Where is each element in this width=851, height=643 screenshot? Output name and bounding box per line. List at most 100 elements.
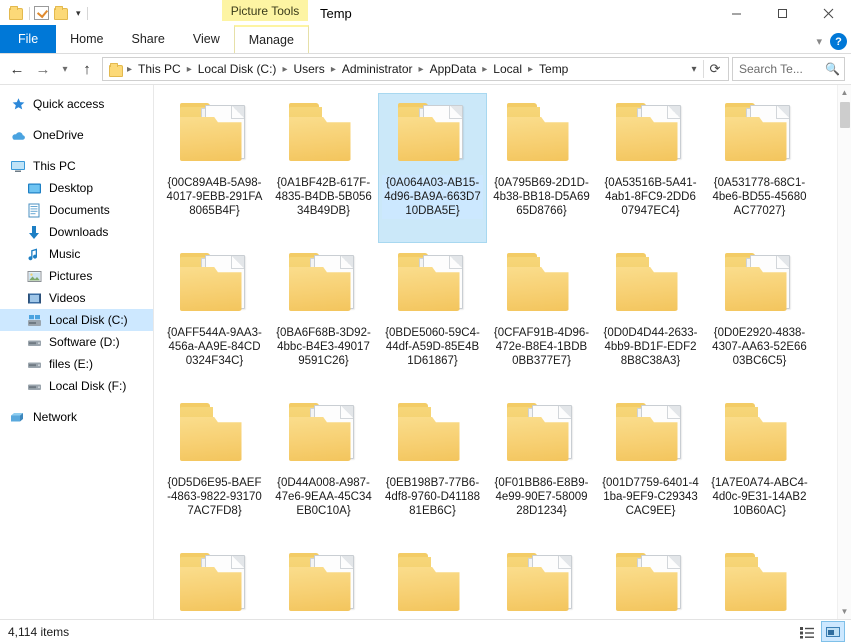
- sidebar-label: Local Disk (C:): [49, 313, 128, 327]
- breadcrumb-separator: ▸: [482, 63, 488, 75]
- file-item[interactable]: {0D5D6E95-BAEF-4863-9822-931707AC7FD8}: [160, 393, 269, 543]
- chevron-down-icon[interactable]: ▾: [816, 35, 822, 48]
- sidebar-item-local-disk-c[interactable]: Local Disk (C:): [0, 309, 153, 331]
- sidebar-item-videos[interactable]: Videos: [0, 287, 153, 309]
- file-item[interactable]: {0A795B69-2D1D-4b38-BB18-D5A6965D8766}: [487, 93, 596, 243]
- sidebar-item-desktop[interactable]: Desktop: [0, 177, 153, 199]
- tab-manage[interactable]: Manage: [233, 25, 309, 53]
- file-item[interactable]: {0A531778-68C1-4be6-BD55-45680AC77027}: [705, 93, 814, 243]
- file-item[interactable]: [269, 543, 378, 619]
- search-icon[interactable]: 🔍: [825, 62, 840, 76]
- sidebar-item-documents[interactable]: Documents: [0, 199, 153, 221]
- scroll-up-button[interactable]: ▲: [838, 85, 851, 100]
- sidebar-item-downloads[interactable]: Downloads: [0, 221, 153, 243]
- tab-view[interactable]: View: [179, 25, 234, 53]
- sidebar-item-network[interactable]: Network: [0, 406, 153, 428]
- sidebar-label: Quick access: [33, 97, 105, 111]
- file-list-pane[interactable]: {00C89A4B-5A98-4017-9EBB-291FA8065B4F} {0…: [154, 85, 851, 619]
- file-item[interactable]: [487, 543, 596, 619]
- folder-icon: [608, 547, 694, 619]
- file-item-label: {1A7E0A74-ABC4-4d0c-9E31-14AB210B60AC}: [711, 477, 808, 517]
- file-item[interactable]: {001D7759-6401-41ba-9EF9-C29343CAC9EE}: [596, 393, 705, 543]
- details-view-button[interactable]: [795, 621, 819, 642]
- back-button[interactable]: ←: [4, 56, 30, 82]
- breadcrumb-separator: ▸: [418, 63, 424, 75]
- file-item[interactable]: {0BDE5060-59C4-44df-A59D-85E4B1D61867}: [378, 243, 487, 393]
- sidebar-item-this-pc[interactable]: This PC: [0, 155, 153, 177]
- up-button[interactable]: ↑: [74, 56, 100, 82]
- network-icon: [10, 409, 26, 425]
- tab-home[interactable]: Home: [56, 25, 117, 53]
- status-bar: 4,114 items: [0, 619, 851, 643]
- file-item[interactable]: [596, 543, 705, 619]
- minimize-button[interactable]: [713, 0, 759, 26]
- file-item[interactable]: {0D0D4D44-2633-4bb9-BD1F-EDF28B8C38A3}: [596, 243, 705, 393]
- file-item[interactable]: {00C89A4B-5A98-4017-9EBB-291FA8065B4F}: [160, 93, 269, 243]
- file-item-label: {0D0E2920-4838-4307-AA63-52E6603BC6C5}: [712, 327, 807, 367]
- file-item[interactable]: {0A1BF42B-617F-4835-B4DB-5B05634B49DB}: [269, 93, 378, 243]
- toolbar-divider-2: [86, 6, 88, 20]
- customize-caret-icon[interactable]: ▾: [74, 8, 83, 18]
- breadcrumb-item-appdata[interactable]: AppData: [425, 59, 482, 79]
- file-item[interactable]: {0AFF544A-9AA3-456a-AA9E-84CD0324F34C}: [160, 243, 269, 393]
- scroll-down-button[interactable]: ▼: [838, 604, 851, 619]
- file-item[interactable]: {1A7E0A74-ABC4-4d0c-9E31-14AB210B60AC}: [705, 393, 814, 543]
- file-explorer-window: ▾ Picture Tools Temp File Home Share Vie…: [0, 0, 851, 643]
- scrollbar-track[interactable]: [838, 100, 851, 604]
- sidebar-item-music[interactable]: Music: [0, 243, 153, 265]
- sidebar-item-files-e[interactable]: files (E:): [0, 353, 153, 375]
- view-toggle-group: [795, 621, 849, 642]
- sidebar-label: Videos: [49, 291, 86, 305]
- close-button[interactable]: [805, 0, 851, 26]
- sidebar-item-local-disk-f[interactable]: Local Disk (F:): [0, 375, 153, 397]
- tab-share[interactable]: Share: [118, 25, 179, 53]
- file-item-label: {0BA6F68B-3D92-4bbc-B4E3-490179591C26}: [276, 327, 371, 367]
- sidebar-item-pictures[interactable]: Pictures: [0, 265, 153, 287]
- breadcrumb-separator: ▸: [527, 63, 534, 75]
- file-item[interactable]: {0A53516B-5A41-4ab1-8FC9-2DD607947EC4}: [596, 93, 705, 243]
- breadcrumb-item-this-pc[interactable]: This PC: [133, 59, 186, 79]
- tab-file[interactable]: File: [0, 25, 57, 53]
- vertical-scrollbar[interactable]: ▲ ▼: [837, 85, 851, 619]
- file-item[interactable]: {0D0E2920-4838-4307-AA63-52E6603BC6C5}: [705, 243, 814, 393]
- folder-icon: [281, 247, 367, 321]
- maximize-button[interactable]: [759, 0, 805, 26]
- sidebar-label: This PC: [33, 159, 76, 173]
- file-item[interactable]: [378, 543, 487, 619]
- breadcrumb-item-local-disk-c[interactable]: Local Disk (C:): [193, 59, 282, 79]
- recent-locations-button[interactable]: ▾: [56, 56, 74, 82]
- file-item-label: {0A531778-68C1-4be6-BD55-45680AC77027}: [712, 177, 807, 217]
- search-input[interactable]: Search Te... 🔍: [732, 57, 845, 81]
- file-item[interactable]: {0A064A03-AB15-4d96-BA9A-663D710DBA5E}: [378, 93, 487, 243]
- scrollbar-thumb[interactable]: [840, 102, 850, 128]
- sidebar-label: Music: [49, 247, 81, 261]
- file-item[interactable]: {0D44A008-A987-47e6-9EAA-45C34EB0C10A}: [269, 393, 378, 543]
- file-item[interactable]: {0F01BB86-E8B9-4e99-90E7-5800928D1234}: [487, 393, 596, 543]
- file-item-label: {0D5D6E95-BAEF-4863-9822-931707AC7FD8}: [167, 477, 262, 517]
- refresh-icon[interactable]: ⟳: [704, 58, 726, 80]
- file-item[interactable]: [160, 543, 269, 619]
- sidebar-item-software-d[interactable]: Software (D:): [0, 331, 153, 353]
- chevron-down-icon-address[interactable]: ▾: [685, 58, 703, 80]
- breadcrumb-bar[interactable]: ▸ This PC ▸ Local Disk (C:) ▸ Users ▸ Ad…: [102, 57, 729, 81]
- breadcrumb-item-temp[interactable]: Temp: [534, 59, 573, 79]
- new-folder-icon[interactable]: [53, 5, 70, 22]
- file-item[interactable]: {0BA6F68B-3D92-4bbc-B4E3-490179591C26}: [269, 243, 378, 393]
- help-icon[interactable]: ?: [830, 33, 847, 50]
- file-item[interactable]: {0CFAF91B-4D96-472e-B8E4-1BDB0BB377E7}: [487, 243, 596, 393]
- breadcrumb-item-administrator[interactable]: Administrator: [337, 59, 418, 79]
- folder-icon: [172, 397, 258, 471]
- properties-icon[interactable]: [34, 6, 49, 20]
- forward-button[interactable]: →: [30, 56, 56, 82]
- folder-icon[interactable]: [8, 5, 25, 22]
- sidebar-item-onedrive[interactable]: OneDrive: [0, 124, 153, 146]
- large-icons-view-button[interactable]: [821, 621, 845, 642]
- breadcrumb-item-local[interactable]: Local: [488, 59, 527, 79]
- file-item-label: {0BDE5060-59C4-44df-A59D-85E4B1D61867}: [385, 327, 480, 367]
- file-item[interactable]: {0EB198B7-77B6-4df8-9760-D4118881EB6C}: [378, 393, 487, 543]
- breadcrumb-item-users[interactable]: Users: [288, 59, 329, 79]
- file-item[interactable]: [705, 543, 814, 619]
- file-item-label: {0EB198B7-77B6-4df8-9760-D4118881EB6C}: [384, 477, 481, 517]
- quick-access-toolbar: ▾: [0, 0, 88, 26]
- sidebar-item-quick-access[interactable]: Quick access: [0, 93, 153, 115]
